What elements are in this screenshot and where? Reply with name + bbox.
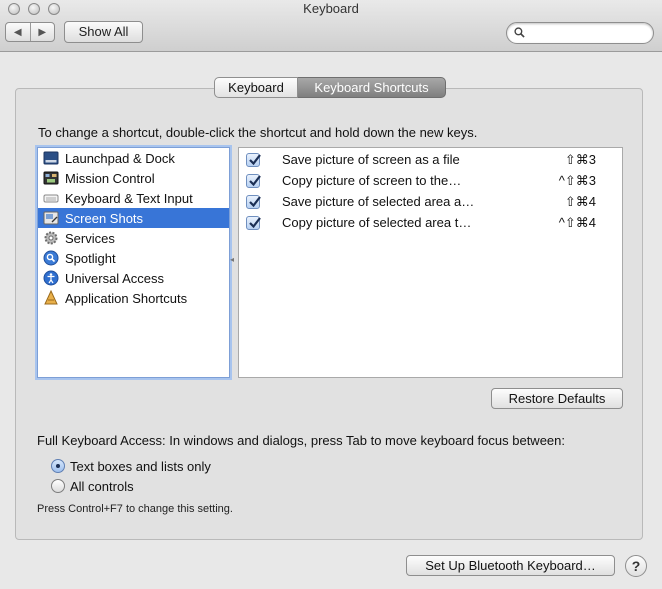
shortcut-label: Save picture of selected area a… [282,194,475,209]
screenshot-icon [43,211,59,225]
category-keyboard-text-input[interactable]: Keyboard & Text Input [38,188,229,208]
shortcut-row[interactable]: Copy picture of screen to the… ^⇧⌘3 [239,170,622,191]
category-label: Spotlight [65,250,116,266]
checkmark-icon [249,153,261,165]
tab-keyboard-shortcuts[interactable]: Keyboard Shortcuts [298,77,446,98]
shortcut-checkbox[interactable] [246,152,261,167]
shortcut-row[interactable]: Save picture of screen as a file ⇧⌘3 [239,149,622,170]
shortcut-label: Save picture of screen as a file [282,152,460,167]
category-label: Services [65,230,115,246]
radio-label: Text boxes and lists only [70,458,211,474]
category-label: Application Shortcuts [65,290,188,306]
shortcut-row[interactable]: Copy picture of selected area t… ^⇧⌘4 [239,212,622,233]
setup-bluetooth-keyboard-button[interactable]: Set Up Bluetooth Keyboard… [406,555,615,576]
tab-keyboard[interactable]: Keyboard [214,77,298,98]
category-list[interactable]: Launchpad & Dock Mission Control Keyboar… [37,147,230,378]
checkmark-icon [249,195,261,207]
app-shortcuts-icon [44,290,58,305]
radio-text-boxes-lists[interactable]: Text boxes and lists only [51,457,211,475]
tab-bar: Keyboard Keyboard Shortcuts [214,77,446,99]
shortcut-label: Copy picture of screen to the… [282,173,462,188]
category-universal-access[interactable]: Universal Access [38,268,229,288]
radio-label: All controls [70,478,134,494]
shortcut-list[interactable]: Save picture of screen as a file ⇧⌘3 Cop… [238,147,623,378]
back-forward-group: ◀ ▶ [5,22,55,42]
checkmark-icon [249,216,261,228]
instruction-text: To change a shortcut, double-click the s… [38,125,478,140]
radio-button-selected[interactable] [51,459,65,473]
shortcut-checkbox[interactable] [246,194,261,209]
radio-button[interactable] [51,479,65,493]
shortcut-checkbox[interactable] [246,173,261,188]
category-mission-control[interactable]: Mission Control [38,168,229,188]
category-label: Keyboard & Text Input [65,190,193,206]
gear-icon [44,231,58,245]
shortcut-row[interactable]: Save picture of selected area a… ⇧⌘4 [239,191,622,212]
chevron-left-icon: ◀ [13,26,22,38]
back-button[interactable]: ◀ [6,23,30,41]
category-application-shortcuts[interactable]: Application Shortcuts [38,288,229,308]
search-input[interactable] [529,25,647,41]
accessibility-icon [43,270,59,286]
category-spotlight[interactable]: Spotlight [38,248,229,268]
category-label: Screen Shots [65,210,144,226]
help-button[interactable]: ? [625,555,647,577]
shortcut-keys: ⇧⌘4 [564,193,596,209]
keyboard-icon [43,194,59,203]
shortcut-checkbox[interactable] [246,215,261,230]
restore-defaults-button[interactable]: Restore Defaults [491,388,623,409]
category-label: Universal Access [65,270,164,286]
shortcut-label: Copy picture of selected area t… [282,215,472,230]
spotlight-icon [43,250,59,266]
window-toolbar: Keyboard ◀ ▶ Show All [0,0,662,52]
show-all-button[interactable]: Show All [64,21,143,43]
chevron-right-icon: ▶ [38,26,47,38]
category-launchpad-dock[interactable]: Launchpad & Dock [38,148,229,168]
split-view-handle[interactable]: ◂ [230,255,234,264]
search-field[interactable] [506,22,654,44]
shortcut-keys: ^⇧⌘4 [558,214,596,230]
forward-button[interactable]: ▶ [29,23,55,41]
category-services[interactable]: Services [38,228,229,248]
radio-all-controls[interactable]: All controls [51,477,134,495]
launchpad-dock-icon [43,151,59,165]
category-screen-shots[interactable]: Screen Shots [38,208,229,228]
shortcut-keys: ⇧⌘3 [564,151,596,167]
shortcut-keys: ^⇧⌘3 [558,172,596,188]
keyboard-access-note: Press Control+F7 to change this setting. [37,503,233,515]
mission-control-icon [43,171,59,185]
window-title: Keyboard [303,1,359,16]
category-label: Launchpad & Dock [65,150,175,166]
category-label: Mission Control [65,170,155,186]
search-icon [514,27,525,38]
checkmark-icon [249,174,261,186]
full-keyboard-access-label: Full Keyboard Access: In windows and dia… [37,433,565,448]
